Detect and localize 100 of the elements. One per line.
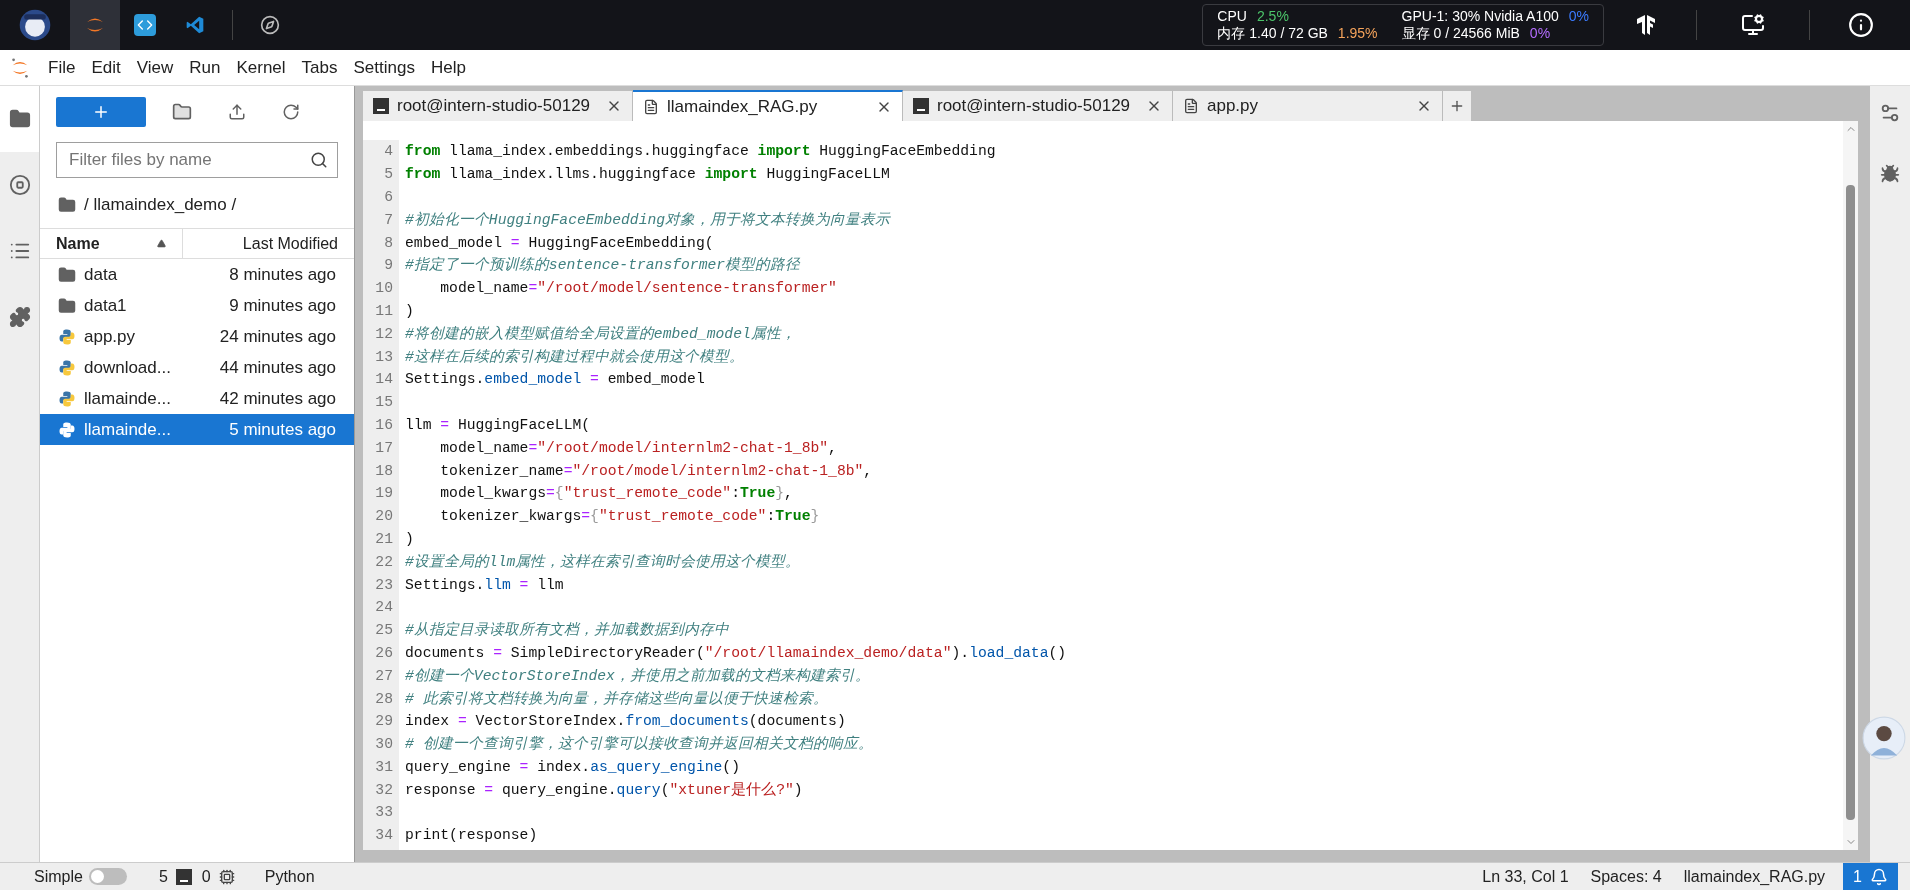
cursor-position[interactable]: Ln 33, Col 1: [1482, 864, 1569, 889]
file-name: data1: [84, 294, 127, 317]
file-row[interactable]: llamainde... 5 minutes ago: [40, 414, 354, 445]
folder-icon: [58, 265, 76, 284]
line-number: 30: [363, 732, 399, 756]
chip-icon: [218, 868, 235, 885]
code-line: Settings.llm = llm: [404, 575, 564, 595]
line-number: 14: [363, 367, 399, 391]
file-row[interactable]: download... 44 minutes ago: [40, 352, 354, 383]
settings-icon[interactable]: [1879, 102, 1901, 124]
code-line: tokenizer_name="/root/model/internlm2-chat-1_8b",: [439, 461, 873, 481]
code-line: # 此索引将文档转换为向量，并存储这些向量以便于快速检索。: [404, 689, 828, 709]
code-line: #指定了一个预训练的sentence-transformer模型的路径: [404, 255, 801, 276]
refresh-icon[interactable]: [282, 103, 300, 121]
file-modified: 8 minutes ago: [229, 263, 336, 286]
menu-item[interactable]: View: [128, 54, 182, 81]
menu-item[interactable]: Help: [422, 54, 474, 81]
vscode-icon[interactable]: [185, 15, 205, 35]
filter-field[interactable]: Filter files by name: [56, 142, 338, 178]
folder-icon: [58, 296, 76, 315]
tab-label: llamaindex_RAG.py: [667, 95, 819, 118]
code-line: from llama_index.embeddings.huggingface import HuggingFaceEmbedding: [404, 142, 996, 162]
memory-label: 内存 1.40 / 72 GB: [1217, 25, 1328, 42]
menu-item[interactable]: Kernel: [228, 54, 294, 81]
code-line: Settings.embed_model = embed_model: [404, 370, 705, 390]
notification-button[interactable]: 1: [1843, 863, 1898, 890]
line-number: 27: [363, 664, 399, 688]
tab-label: root@intern-studio-50129: [937, 95, 1132, 118]
code-icon[interactable]: [134, 14, 156, 36]
menu-item[interactable]: Run: [181, 54, 229, 81]
python-icon: [58, 389, 76, 408]
terminal-count[interactable]: 0: [201, 864, 211, 889]
editor-tab[interactable]: llamaindex_RAG.py: [633, 90, 903, 121]
kernel-count[interactable]: 5: [158, 864, 168, 889]
file-row[interactable]: data 8 minutes ago: [40, 259, 354, 290]
tensor-logo-icon[interactable]: [1634, 13, 1658, 37]
file-name: llamainde...: [84, 387, 171, 410]
indent-setting[interactable]: Spaces: 4: [1590, 864, 1662, 889]
add-tab-button[interactable]: [1443, 91, 1471, 121]
file-row[interactable]: data1 9 minutes ago: [40, 290, 354, 321]
file-modified: 44 minutes ago: [219, 356, 336, 379]
menu-item[interactable]: Edit: [83, 54, 129, 81]
editor-tab[interactable]: root@intern-studio-50129: [903, 91, 1173, 121]
line-number: 12: [363, 322, 399, 346]
code-line: tokenizer_kwargs={"trust_remote_code":True}: [439, 507, 820, 527]
line-number: 25: [363, 618, 399, 642]
code-line: ): [404, 301, 414, 321]
folder-icon: [8, 108, 31, 130]
mascot-logo-icon: [17, 7, 53, 43]
memory-value: 1.95%: [1337, 25, 1378, 42]
kernel-language[interactable]: Python: [264, 864, 315, 889]
file-row[interactable]: app.py 24 minutes ago: [40, 321, 354, 352]
cpu-value: 2.5%: [1256, 8, 1289, 25]
line-number: 31: [363, 755, 399, 779]
info-icon[interactable]: [1848, 12, 1874, 38]
folder-icon: [58, 196, 76, 214]
notification-count: 1: [1853, 866, 1862, 887]
search-icon: [310, 151, 328, 169]
upload-icon[interactable]: [228, 103, 246, 121]
sort-ascending-icon: [157, 239, 166, 248]
activity-tab[interactable]: [0, 86, 39, 152]
code-line: llm = HuggingFaceLLM(: [404, 415, 591, 435]
line-number: 18: [363, 459, 399, 482]
line-number: 23: [363, 573, 399, 596]
monitor-icon[interactable]: [1741, 13, 1765, 37]
simple-toggle[interactable]: [88, 868, 127, 885]
code-line: # 创建一个查询引擎，这个引擎可以接收查询并返回相关文档的响应。: [404, 734, 873, 755]
line-number: 20: [363, 504, 399, 528]
line-number: 28: [363, 687, 399, 710]
cpu-label: CPU: [1217, 8, 1247, 25]
line-number: 34: [363, 823, 399, 847]
editor-tab[interactable]: app.py: [1173, 91, 1443, 121]
code-line: model_name="/root/model/internlm2-chat-1_8b",: [439, 438, 837, 458]
gpu-value: 0%: [1568, 8, 1589, 25]
plus-icon: [1449, 98, 1465, 114]
file-name: app.py: [84, 325, 136, 348]
column-header[interactable]: Last Modified: [242, 231, 338, 256]
line-number: 19: [363, 481, 399, 505]
line-number: 7: [363, 208, 399, 232]
bell-icon: [1870, 867, 1888, 886]
column-header[interactable]: Name: [56, 231, 100, 256]
terminal-icon: [913, 98, 929, 114]
line-number: 24: [363, 595, 399, 619]
menu-item[interactable]: Settings: [345, 54, 423, 81]
avatar-icon[interactable]: [1862, 716, 1906, 760]
bug-icon[interactable]: [1880, 164, 1900, 184]
menu-item[interactable]: File: [40, 54, 84, 81]
menu-item[interactable]: Tabs: [293, 54, 346, 81]
code-editor[interactable]: [363, 121, 1858, 850]
breadcrumb[interactable]: / llamaindex_demo /: [84, 192, 237, 218]
python-icon: [58, 358, 76, 377]
code-line: query_engine = index.as_query_engine(): [404, 757, 740, 777]
compass-icon[interactable]: [260, 15, 280, 35]
puzzle-icon: [8, 306, 31, 328]
file-modified: 5 minutes ago: [229, 418, 336, 441]
file-name: data: [84, 263, 118, 286]
editor-tab[interactable]: root@intern-studio-50129: [363, 91, 633, 121]
new-folder-icon[interactable]: [172, 102, 192, 122]
plus-icon: [92, 103, 110, 121]
file-row[interactable]: llamainde... 42 minutes ago: [40, 383, 354, 414]
